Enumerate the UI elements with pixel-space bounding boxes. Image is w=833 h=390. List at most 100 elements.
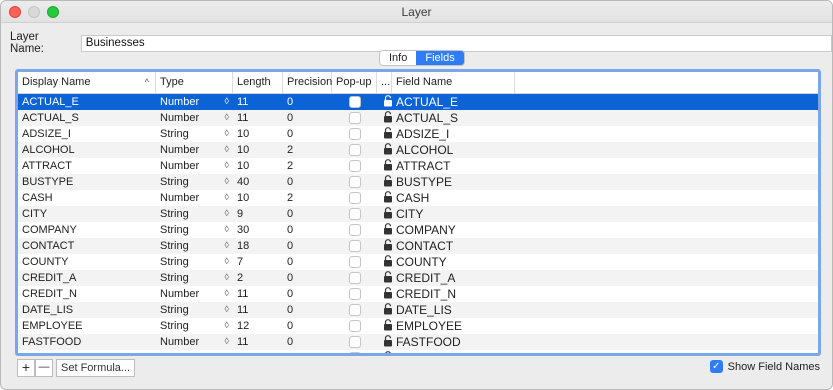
length-cell[interactable]: 7 <box>233 256 283 268</box>
type-cell[interactable]: Number ◊ <box>156 288 233 300</box>
precision-cell[interactable]: 0 <box>283 336 332 348</box>
stepper-icon[interactable]: ◊ <box>225 192 229 204</box>
field-name-cell[interactable]: CONTACT <box>392 239 515 253</box>
lock-icon[interactable] <box>383 94 392 106</box>
table-row[interactable]: COUNTY String ◊ 7 0 COUNTY <box>18 254 818 270</box>
stepper-icon[interactable]: ◊ <box>225 256 229 268</box>
precision-cell[interactable]: 0 <box>283 272 332 284</box>
length-cell[interactable]: 10 <box>233 144 283 156</box>
length-cell[interactable]: 11 <box>233 352 283 353</box>
type-cell[interactable]: Number ◊ <box>156 112 233 124</box>
lock-icon[interactable] <box>383 318 392 330</box>
display-name-cell[interactable]: EMPLOYEE <box>18 320 156 332</box>
field-name-cell[interactable]: ATTRACT <box>392 159 515 173</box>
popup-checkbox[interactable] <box>349 288 361 300</box>
precision-cell[interactable]: 0 <box>283 96 332 108</box>
field-name-cell[interactable]: ALCOHOL <box>392 143 515 157</box>
table-row[interactable]: FAX_NUMB Number ◊ 110 FAX_NUMB <box>18 350 818 353</box>
type-cell[interactable]: Number ◊ <box>156 352 233 353</box>
length-cell[interactable]: 11 <box>233 96 283 108</box>
field-name-cell[interactable]: EMPLOYEE <box>392 319 515 333</box>
display-name-cell[interactable]: CONTACT <box>18 240 156 252</box>
display-name-cell[interactable]: FASTFOOD <box>18 336 156 348</box>
lock-icon[interactable] <box>383 126 392 138</box>
precision-cell[interactable]: 0 <box>283 176 332 188</box>
popup-checkbox[interactable] <box>349 304 361 316</box>
layer-name-input[interactable] <box>80 34 832 52</box>
col-popup[interactable]: Pop-up <box>332 72 377 93</box>
display-name-cell[interactable]: CASH <box>18 192 156 204</box>
precision-cell[interactable]: 2 <box>283 144 332 156</box>
field-name-cell[interactable]: FAX_NUMB <box>392 351 515 353</box>
field-name-cell[interactable]: BUSTYPE <box>392 175 515 189</box>
precision-cell[interactable]: 0 <box>283 304 332 316</box>
lock-icon[interactable] <box>383 158 392 170</box>
popup-checkbox[interactable] <box>349 144 361 156</box>
col-field-name[interactable]: Field Name <box>392 72 515 93</box>
table-row[interactable]: CITY String ◊ 9 0 CITY <box>18 206 818 222</box>
lock-icon[interactable] <box>383 350 392 353</box>
table-row[interactable]: CREDIT_A String ◊ 2 0 CREDIT_A <box>18 270 818 286</box>
type-cell[interactable]: String ◊ <box>156 320 233 332</box>
display-name-cell[interactable]: ACTUAL_E <box>18 96 156 108</box>
lock-icon[interactable] <box>383 142 392 154</box>
length-cell[interactable]: 10 <box>233 192 283 204</box>
length-cell[interactable]: 9 <box>233 208 283 220</box>
col-more[interactable]: ... <box>377 72 392 93</box>
type-cell[interactable]: String ◊ <box>156 208 233 220</box>
set-formula-button[interactable]: Set Formula... <box>56 359 136 377</box>
length-cell[interactable]: 40 <box>233 176 283 188</box>
popup-checkbox[interactable] <box>349 224 361 236</box>
col-length[interactable]: Length <box>233 72 283 93</box>
display-name-cell[interactable]: CREDIT_A <box>18 272 156 284</box>
remove-field-button[interactable]: — <box>35 359 53 377</box>
table-row[interactable]: CREDIT_N Number ◊ 11 0 CREDIT_N <box>18 286 818 302</box>
stepper-icon[interactable]: ◊ <box>225 288 229 300</box>
precision-cell[interactable]: 0 <box>283 256 332 268</box>
field-name-cell[interactable]: ACTUAL_S <box>392 111 515 125</box>
popup-checkbox[interactable] <box>349 240 361 252</box>
popup-checkbox[interactable] <box>349 320 361 332</box>
minimize-window-button[interactable] <box>28 6 40 18</box>
length-cell[interactable]: 11 <box>233 288 283 300</box>
table-row[interactable]: CASH Number ◊ 10 2 CASH <box>18 190 818 206</box>
precision-cell[interactable]: 0 <box>283 288 332 300</box>
field-name-cell[interactable]: CREDIT_N <box>392 287 515 301</box>
type-cell[interactable]: String ◊ <box>156 304 233 316</box>
show-field-names-toggle[interactable]: ✓ Show Field Names <box>709 360 820 373</box>
field-name-cell[interactable]: FASTFOOD <box>392 335 515 349</box>
close-window-button[interactable] <box>9 6 21 18</box>
table-row[interactable]: ATTRACT Number ◊ 10 2 ATTRACT <box>18 158 818 174</box>
field-name-cell[interactable]: CITY <box>392 207 515 221</box>
precision-cell[interactable]: 0 <box>283 240 332 252</box>
table-row[interactable]: FASTFOOD Number ◊ 11 0 FASTFOOD <box>18 334 818 350</box>
stepper-icon[interactable]: ◊ <box>225 96 229 108</box>
table-row[interactable]: CONTACT String ◊ 18 0 CONTACT <box>18 238 818 254</box>
length-cell[interactable]: 11 <box>233 336 283 348</box>
popup-checkbox[interactable] <box>349 112 361 124</box>
length-cell[interactable]: 11 <box>233 304 283 316</box>
display-name-cell[interactable]: DATE_LIS <box>18 304 156 316</box>
stepper-icon[interactable]: ◊ <box>225 336 229 348</box>
lock-icon[interactable] <box>383 270 392 282</box>
table-row[interactable]: ACTUAL_S Number ◊ 11 0 ACTUAL_S <box>18 110 818 126</box>
stepper-icon[interactable]: ◊ <box>225 272 229 284</box>
lock-icon[interactable] <box>383 334 392 346</box>
type-cell[interactable]: Number ◊ <box>156 160 233 172</box>
precision-cell[interactable]: 2 <box>283 160 332 172</box>
table-row[interactable]: ALCOHOL Number ◊ 10 2 ALCOHOL <box>18 142 818 158</box>
lock-icon[interactable] <box>383 302 392 314</box>
length-cell[interactable]: 30 <box>233 224 283 236</box>
stepper-icon[interactable]: ◊ <box>225 304 229 316</box>
display-name-cell[interactable]: BUSTYPE <box>18 176 156 188</box>
zoom-window-button[interactable] <box>47 6 59 18</box>
type-cell[interactable]: String ◊ <box>156 272 233 284</box>
table-row[interactable]: BUSTYPE String ◊ 40 0 BUSTYPE <box>18 174 818 190</box>
stepper-icon[interactable]: ◊ <box>225 144 229 156</box>
field-name-cell[interactable]: ADSIZE_I <box>392 127 515 141</box>
col-type[interactable]: Type <box>156 72 233 93</box>
stepper-icon[interactable]: ◊ <box>225 352 229 353</box>
type-cell[interactable]: String ◊ <box>156 240 233 252</box>
stepper-icon[interactable]: ◊ <box>225 224 229 236</box>
precision-cell[interactable]: 0 <box>283 352 332 353</box>
